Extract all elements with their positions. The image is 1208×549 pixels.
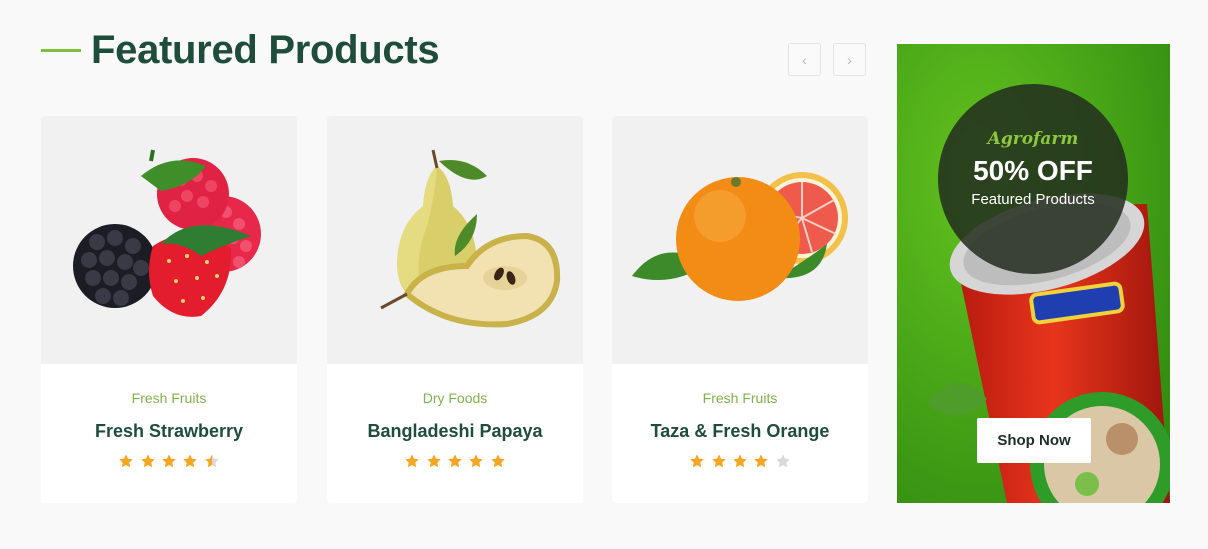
discount-badge: Agrofarm 50% OFF Featured Products <box>938 84 1128 274</box>
rating-stars <box>612 453 868 474</box>
product-name[interactable]: Bangladeshi Papaya <box>327 421 583 442</box>
star-icon <box>162 454 176 468</box>
section-header: Featured Products <box>41 28 440 73</box>
product-card[interactable]: Fresh Fruits Fresh Strawberry <box>41 116 297 503</box>
star-icon <box>469 454 484 468</box>
star-icon <box>405 454 419 468</box>
rating-stars <box>327 453 583 474</box>
carousel-next-button[interactable]: › <box>833 43 866 76</box>
product-name[interactable]: Fresh Strawberry <box>41 421 297 442</box>
product-category[interactable]: Fresh Fruits <box>612 390 868 406</box>
rating-stars <box>41 453 297 474</box>
product-image[interactable] <box>327 116 583 364</box>
product-category[interactable]: Fresh Fruits <box>41 390 297 406</box>
star-icon <box>140 454 155 468</box>
section-title: Featured Products <box>91 28 440 72</box>
shop-now-button[interactable]: Shop Now <box>977 418 1091 463</box>
star-icon <box>711 454 726 468</box>
product-card[interactable]: Dry Foods Bangladeshi Papaya <box>327 116 583 503</box>
discount-text: 50% OFF <box>973 155 1093 186</box>
chevron-right-icon: › <box>847 51 852 68</box>
carousel-prev-button[interactable]: ‹ <box>788 43 821 76</box>
star-icon <box>754 454 769 468</box>
star-icon <box>183 454 198 468</box>
product-card[interactable]: Fresh Fruits Taza & Fresh Orange <box>612 116 868 503</box>
star-icon <box>733 454 747 468</box>
star-icon <box>119 454 133 468</box>
product-image[interactable] <box>612 116 868 364</box>
star-empty-icon <box>776 454 790 468</box>
star-icon <box>448 454 462 468</box>
promo-banner[interactable]: Agrofarm 50% OFF Featured Products Shop … <box>897 44 1170 503</box>
title-accent-line <box>41 49 81 52</box>
product-image[interactable] <box>41 116 297 364</box>
product-name[interactable]: Taza & Fresh Orange <box>612 421 868 442</box>
chevron-left-icon: ‹ <box>802 51 807 68</box>
star-icon <box>426 454 441 468</box>
brand-logo: Agrofarm <box>987 129 1079 149</box>
star-half-icon <box>205 454 219 468</box>
banner-subtitle: Featured Products <box>971 191 1095 208</box>
star-icon <box>491 454 505 468</box>
product-category[interactable]: Dry Foods <box>327 390 583 406</box>
star-icon <box>690 454 704 468</box>
